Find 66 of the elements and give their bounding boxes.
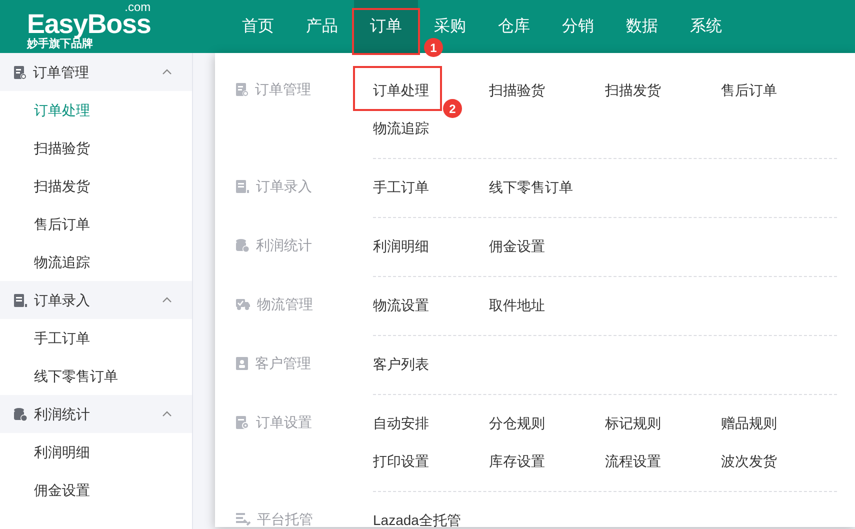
menu-link[interactable]: 赠品规则	[721, 413, 777, 433]
section-label: 订单录入	[256, 177, 312, 196]
nav-tab[interactable]: 仓库	[482, 0, 546, 53]
number-badge: 1	[424, 38, 443, 57]
logo-tagline: 妙手旗下品牌	[27, 38, 93, 50]
menu-link[interactable]: 物流追踪	[373, 118, 429, 138]
coins-icon	[235, 238, 250, 252]
menu-link[interactable]: Lazada全托管	[373, 510, 461, 529]
clipboard-icon	[13, 64, 27, 80]
sidebar-group[interactable]: 利润统计	[0, 395, 192, 433]
section-label: 利润统计	[256, 236, 312, 255]
menu-link[interactable]: 取件地址	[489, 295, 545, 315]
nav-tab[interactable]: 分销	[546, 0, 610, 53]
highlight-frame	[352, 8, 420, 55]
nav-tab[interactable]: 数据	[610, 0, 674, 53]
sidebar-item[interactable]: 扫描验货	[0, 129, 192, 167]
menu-link[interactable]: 线下零售订单	[489, 177, 573, 197]
document-icon	[13, 292, 28, 308]
menu-link[interactable]: 流程设置	[605, 451, 661, 471]
menu-link[interactable]: 自动安排	[373, 413, 429, 433]
group-label: 利润统计	[34, 404, 91, 424]
sidebar-item[interactable]: 佣金设置	[0, 471, 192, 509]
sidebar-group[interactable]: 订单管理	[0, 53, 192, 91]
section-label: 客户管理	[255, 354, 311, 373]
menu-link[interactable]: 物流设置	[373, 295, 429, 315]
menu-link[interactable]: 售后订单	[721, 80, 777, 100]
section-label: 订单管理	[255, 80, 311, 99]
menu-link[interactable]: 波次发货	[721, 451, 777, 471]
document-icon	[235, 178, 250, 194]
sidebar-item[interactable]: 订单处理	[0, 91, 192, 129]
section-label: 物流管理	[257, 295, 313, 314]
section-label: 平台托管	[257, 510, 313, 529]
contact-card-icon	[235, 356, 249, 370]
truck-icon	[235, 297, 251, 311]
nav-tab[interactable]: 系统	[674, 0, 738, 53]
logo: EasyBoss	[27, 12, 151, 36]
sidebar-item[interactable]: 线下零售订单	[0, 357, 192, 395]
nav-tab[interactable]: 首页	[226, 0, 290, 53]
menu-link[interactable]: 标记规则	[605, 413, 661, 433]
group-label: 订单管理	[33, 62, 90, 82]
document-gear-icon	[235, 414, 250, 430]
sidebar-item[interactable]: 售后订单	[0, 205, 192, 243]
transfer-icon	[235, 512, 251, 526]
sidebar-group[interactable]: 订单录入	[0, 281, 192, 319]
logo-domain: .com	[124, 2, 151, 12]
sidebar-item[interactable]: 扫描发货	[0, 167, 192, 205]
menu-link[interactable]: 打印设置	[373, 451, 429, 471]
coins-icon	[13, 406, 28, 422]
menu-link[interactable]: 订单处理	[373, 80, 429, 100]
sidebar-item[interactable]: 手工订单	[0, 319, 192, 357]
group-label: 订单录入	[34, 290, 91, 310]
sidebar-item[interactable]: 物流追踪	[0, 243, 192, 281]
sidebar-item[interactable]: 利润明细	[0, 433, 192, 471]
number-badge: 2	[443, 99, 462, 118]
nav-tab[interactable]: 订单	[354, 0, 418, 53]
section-label: 订单设置	[256, 413, 312, 432]
menu-link[interactable]: 扫描验货	[489, 80, 545, 100]
menu-link[interactable]: 利润明细	[373, 236, 429, 256]
menu-link[interactable]: 客户列表	[373, 354, 429, 374]
menu-link[interactable]: 佣金设置	[489, 236, 545, 256]
menu-link[interactable]: 库存设置	[489, 451, 545, 471]
clipboard-icon	[235, 82, 249, 96]
menu-link[interactable]: 分仓规则	[489, 413, 545, 433]
menu-link[interactable]: 扫描发货	[605, 80, 661, 100]
nav-tab[interactable]: 产品	[290, 0, 354, 53]
menu-link[interactable]: 手工订单	[373, 177, 429, 197]
